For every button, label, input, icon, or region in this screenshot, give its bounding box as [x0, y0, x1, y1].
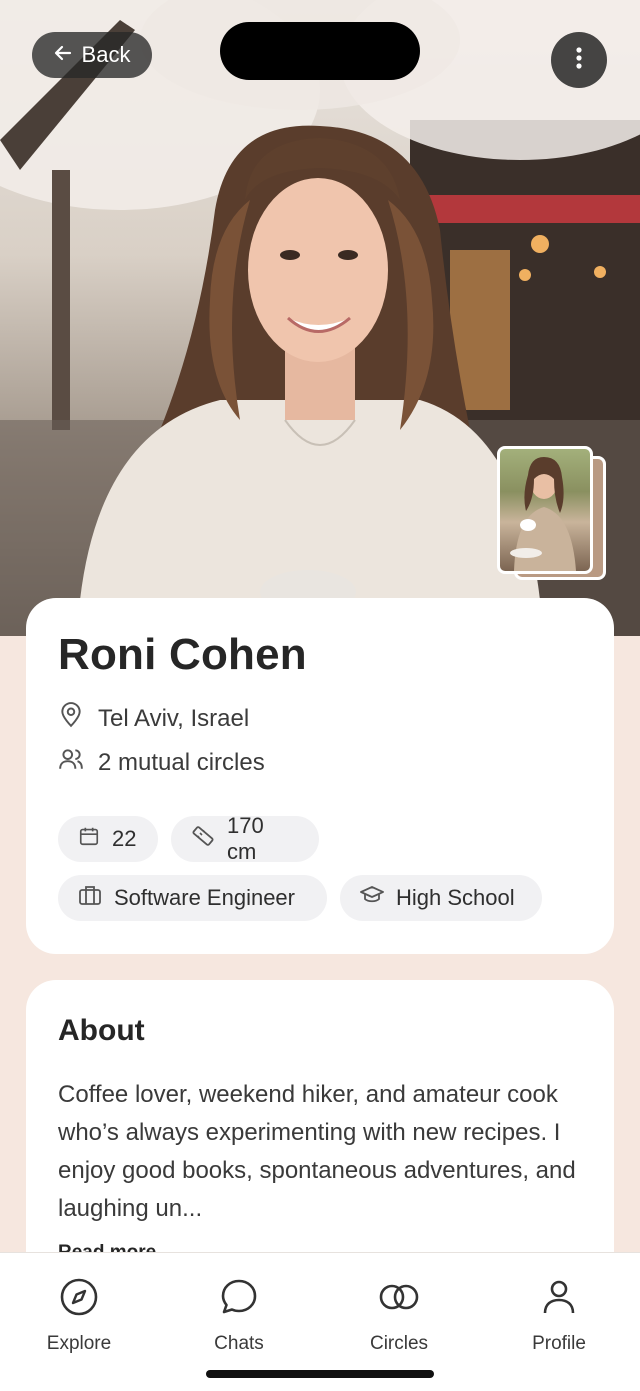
graduation-cap-icon [360, 884, 384, 912]
nav-profile-label: Profile [532, 1333, 586, 1354]
education-value: High School [396, 885, 515, 910]
nav-explore-label: Explore [46, 1333, 112, 1354]
education-chip: High School [340, 875, 542, 921]
profile-photo [0, 0, 640, 636]
chat-bubble-icon [219, 1277, 259, 1323]
circles-icon [377, 1277, 421, 1323]
nav-chats-label: Chats [214, 1333, 264, 1354]
nav-profile[interactable]: Profile [499, 1277, 619, 1355]
location-row: Tel Aviv, Israel [58, 702, 249, 735]
compass-icon [59, 1277, 99, 1323]
users-icon [58, 746, 84, 779]
nav-circles[interactable]: Circles [339, 1277, 459, 1355]
occupation-value: Software Engineer [114, 885, 295, 910]
age-value: 22 [112, 826, 137, 851]
profile-card: Roni Cohen Tel Aviv, Israel 2 mutual cir… [26, 598, 614, 954]
more-vertical-icon [575, 46, 583, 75]
thumbnail-illustration [510, 457, 576, 571]
ruler-icon [191, 824, 215, 854]
mutual-circles-row[interactable]: 2 mutual circles [58, 746, 265, 779]
back-label: Back [81, 42, 131, 67]
nav-explore[interactable]: Explore [19, 1277, 139, 1355]
occupation-chip: Software Engineer [58, 875, 327, 921]
gallery-thumbnail[interactable] [497, 446, 593, 574]
arrow-left-icon [54, 44, 72, 66]
about-title: About [58, 1014, 145, 1047]
age-chip: 22 [58, 816, 158, 862]
person-icon [539, 1277, 579, 1323]
back-button[interactable]: Back [32, 32, 152, 78]
nav-circles-label: Circles [369, 1333, 429, 1354]
more-options-button[interactable] [551, 32, 607, 88]
height-value: 170 cm [227, 813, 264, 864]
briefcase-icon [78, 884, 102, 912]
dynamic-island [220, 22, 420, 80]
location-text: Tel Aviv, Israel [98, 704, 250, 732]
profile-name: Roni Cohen [58, 630, 307, 679]
about-text: Coffee lover, weekend hiker, and amateur… [58, 1081, 576, 1222]
home-indicator [206, 1370, 434, 1378]
nav-chats[interactable]: Chats [179, 1277, 299, 1355]
calendar-icon [78, 825, 100, 853]
location-pin-icon [58, 702, 84, 735]
mutual-circles-text: 2 mutual circles [98, 748, 265, 776]
height-chip: 170 cm [171, 813, 319, 864]
